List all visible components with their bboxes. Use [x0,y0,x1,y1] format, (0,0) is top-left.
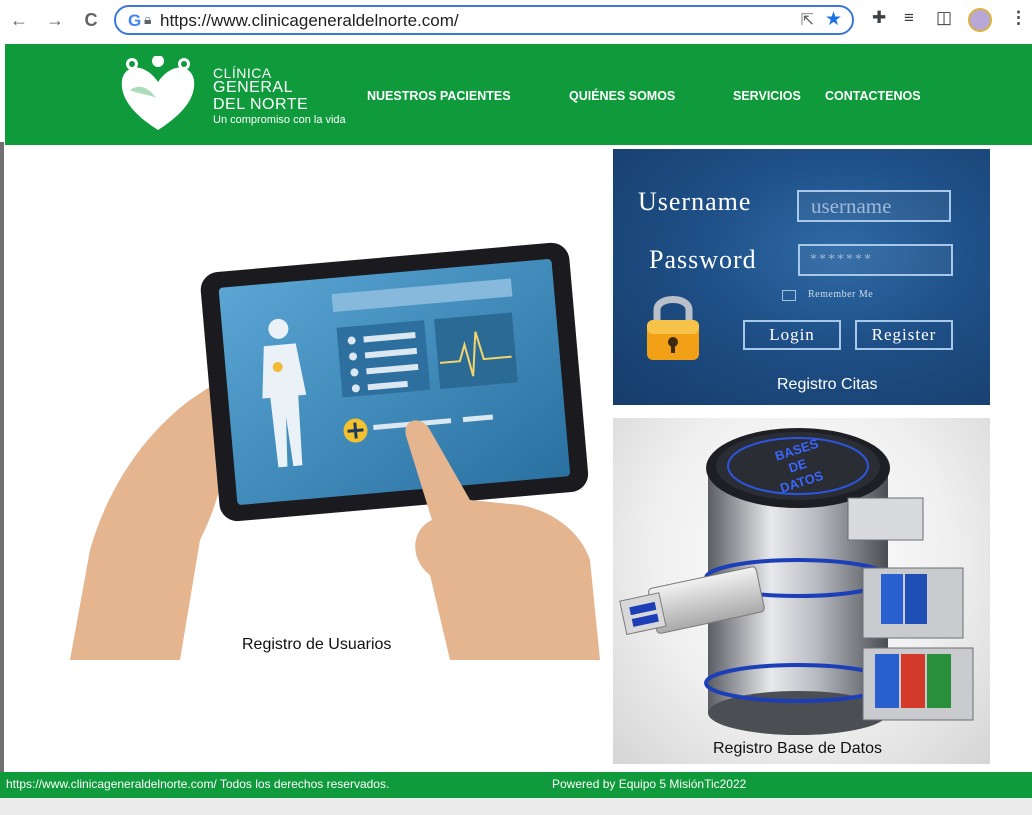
nav-quienes-somos[interactable]: QUIÉNES SOMOS [569,89,675,103]
address-bar[interactable]: G 🔒︎ https://www.clinicageneraldelnorte.… [114,5,854,35]
reading-list-icon[interactable]: ≡ [904,8,914,28]
side-panel-icon[interactable]: ◫ [936,8,952,28]
tablet-illustration [70,242,600,660]
brand-tagline: Un compromiso con la vida [213,114,346,126]
database-card[interactable]: BASES DE DATOS Registro Base de Datos [613,418,990,764]
browser-toolbar: ← → C G 🔒︎ https://www.clinicageneraldel… [0,0,1032,42]
password-label: Password [649,245,757,274]
reload-icon[interactable]: C [80,9,102,31]
database-illustration: BASES DE DATOS [619,428,974,735]
forward-icon[interactable]: → [44,9,66,31]
brand-line-3: DEL NORTE [213,96,309,113]
left-edge-line [0,142,4,772]
footer-copyright: https://www.clinicageneraldelnorte.com/ … [6,777,390,791]
extensions-icon[interactable]: ✚ [872,8,886,28]
footer-credits: Powered by Equipo 5 MisiónTic2022 [552,777,747,791]
status-strip [0,798,1032,815]
user-registration-card[interactable] [70,230,600,660]
users-caption[interactable]: Registro de Usuarios [242,636,391,654]
menu-kebab-icon[interactable]: ⋮ [1010,8,1027,28]
bookmark-star-icon[interactable]: ★ [825,8,842,31]
site-header: CLÍNICA GENERAL DEL NORTE Un compromiso … [5,44,1032,145]
register-button[interactable]: Register [855,320,953,350]
url-text[interactable]: https://www.clinicageneraldelnorte.com/ [160,11,459,31]
remember-checkbox[interactable] [782,290,796,301]
appointments-login-card[interactable]: Username username Password ******* Remem… [613,149,990,405]
site-footer: https://www.clinicageneraldelnorte.com/ … [0,772,1032,798]
login-button[interactable]: Login [743,320,841,350]
nav-contactenos[interactable]: CONTACTENOS [825,89,921,103]
google-icon: G [128,11,142,30]
lock-icon[interactable]: 🔒︎ [144,11,151,28]
appointments-caption[interactable]: Registro Citas [777,376,877,394]
padlock-icon [647,296,699,360]
nav-servicios[interactable]: SERVICIOS [733,89,801,103]
username-field[interactable]: username [797,190,951,222]
remember-label: Remember Me [808,289,874,300]
clinic-logo-icon[interactable] [118,56,198,134]
profile-avatar[interactable] [968,8,992,32]
back-icon[interactable]: ← [8,9,30,31]
password-field[interactable]: ******* [798,244,953,276]
brand-text: CLÍNICA GENERAL DEL NORTE Un compromiso … [213,66,346,127]
database-caption[interactable]: Registro Base de Datos [713,740,882,758]
username-label: Username [638,187,752,216]
brand-line-2: GENERAL [213,79,293,96]
brand-line-1: CLÍNICA [213,65,272,81]
nav-nuestros-pacientes[interactable]: NUESTROS PACIENTES [367,89,511,103]
share-icon[interactable]: ⇱ [801,10,814,30]
